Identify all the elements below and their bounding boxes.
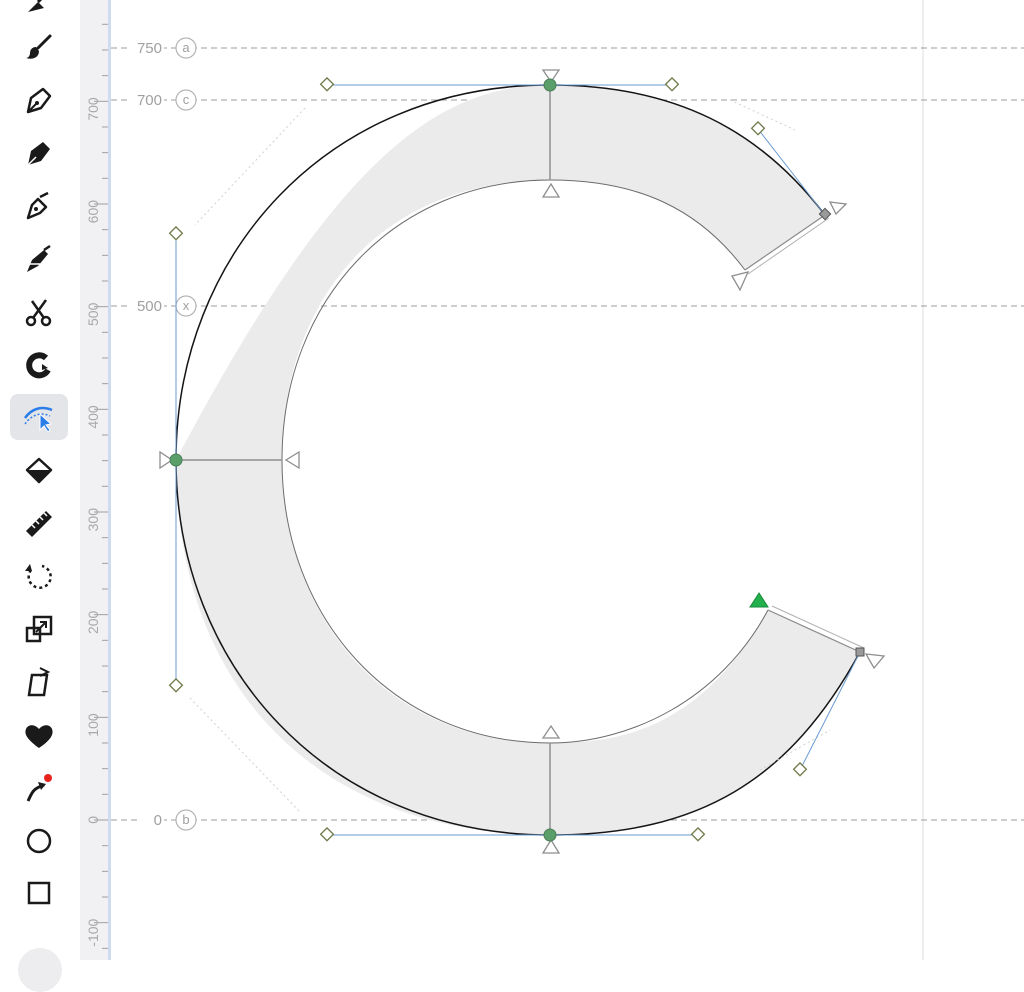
metric-value: 750	[137, 40, 162, 57]
slant-tool[interactable]	[10, 659, 68, 705]
scissors-icon	[25, 299, 52, 327]
glyph-canvas[interactable]: 750 a 700 c 500 x 0 b	[111, 0, 1024, 960]
handle-point[interactable]	[319, 827, 335, 842]
curve-select-tool[interactable]	[10, 394, 68, 440]
circle-icon	[26, 828, 52, 854]
node-point[interactable]	[543, 78, 557, 92]
metric-label-cap-height: 700 c	[128, 89, 197, 111]
square-icon	[27, 881, 51, 905]
fill-tool[interactable]	[10, 448, 68, 494]
direction-tool[interactable]	[10, 765, 68, 811]
curve-select-icon	[23, 406, 53, 433]
metric-label-ascender: 750 a	[128, 37, 197, 59]
vertical-ruler: 700 600 500 400 300 200 100 0 -100	[80, 0, 110, 960]
start-point-marker[interactable]	[749, 592, 769, 608]
metric-value: 0	[154, 812, 162, 829]
metric-letter: c	[183, 92, 190, 107]
ruler-label: 600	[85, 200, 101, 224]
toolbar	[0, 0, 80, 992]
ruler-label: 500	[85, 302, 101, 326]
rotate-tool[interactable]	[10, 553, 68, 599]
ruler-label: 700	[85, 97, 101, 121]
rectangle-tool[interactable]	[10, 870, 68, 916]
heart-icon	[23, 725, 53, 748]
metric-value: 700	[137, 92, 162, 109]
magnet-icon	[26, 352, 51, 379]
metric-letter: a	[182, 40, 190, 55]
handle-point[interactable]	[690, 827, 706, 842]
knife-pen-icon	[27, 244, 51, 272]
direction-triangle	[541, 724, 561, 739]
metric-label-baseline: 0 b	[140, 809, 197, 831]
inner-contour	[281, 179, 769, 744]
handle-point[interactable]	[792, 762, 808, 777]
measure-tool[interactable]	[10, 501, 68, 547]
more-tools-button[interactable]	[18, 948, 62, 992]
direction-triangle	[541, 182, 561, 198]
node-point[interactable]	[543, 828, 557, 842]
scale-icon	[25, 615, 53, 643]
scissors-tool[interactable]	[10, 289, 68, 335]
brush-icon	[26, 34, 52, 59]
handle-point[interactable]	[168, 226, 184, 241]
direction-triangle	[541, 838, 561, 854]
brush-tool[interactable]	[10, 24, 68, 70]
ruler-label: 0	[85, 816, 101, 824]
ruler-icon	[26, 511, 52, 537]
direction-triangle	[731, 271, 750, 292]
direction-triangle	[864, 653, 886, 670]
ruler-label: -100	[85, 918, 101, 946]
pen-icon	[26, 87, 52, 114]
calligraphy-pen-icon	[27, 142, 50, 166]
handle-point[interactable]	[319, 77, 335, 92]
handle-point[interactable]	[664, 77, 680, 92]
ruler-label: 100	[85, 713, 101, 737]
metric-letter: b	[182, 812, 189, 827]
direction-triangle	[828, 201, 848, 216]
paint-bucket-icon	[25, 457, 53, 484]
magnet-tool[interactable]	[10, 342, 68, 388]
node-point[interactable]	[169, 453, 183, 467]
metric-value: 500	[137, 298, 162, 315]
pen-tool[interactable]	[10, 77, 68, 123]
ellipse-tool[interactable]	[10, 818, 68, 864]
slant-icon	[27, 667, 51, 697]
ruler-label: 400	[85, 405, 101, 429]
rotate-icon	[25, 564, 52, 589]
scale-tool[interactable]	[10, 606, 68, 652]
knife-pen-tool[interactable]	[10, 236, 68, 282]
metric-label-x-height: 500 x	[128, 295, 197, 317]
corner-node[interactable]	[855, 647, 865, 657]
ruler-label: 300	[85, 508, 101, 532]
pen-tool-top[interactable]	[10, 0, 68, 24]
ruler-label: 200	[85, 610, 101, 634]
handle-point[interactable]	[168, 678, 184, 693]
fountain-pen-icon	[26, 191, 49, 220]
heart-shape-tool[interactable]	[10, 712, 68, 758]
direction-arrow-icon	[26, 774, 52, 802]
metric-letter: x	[183, 298, 190, 313]
direction-triangle	[284, 450, 300, 470]
handle-point[interactable]	[750, 121, 766, 136]
pen-icon	[28, 0, 44, 12]
glyph-editor-svg[interactable]: 750 a 700 c 500 x 0 b	[111, 0, 1024, 960]
fountain-pen-tool[interactable]	[10, 183, 68, 229]
ruler-scale: 700 600 500 400 300 200 100 0 -100	[85, 23, 110, 949]
calligraphy-pen-tool[interactable]	[10, 130, 68, 176]
